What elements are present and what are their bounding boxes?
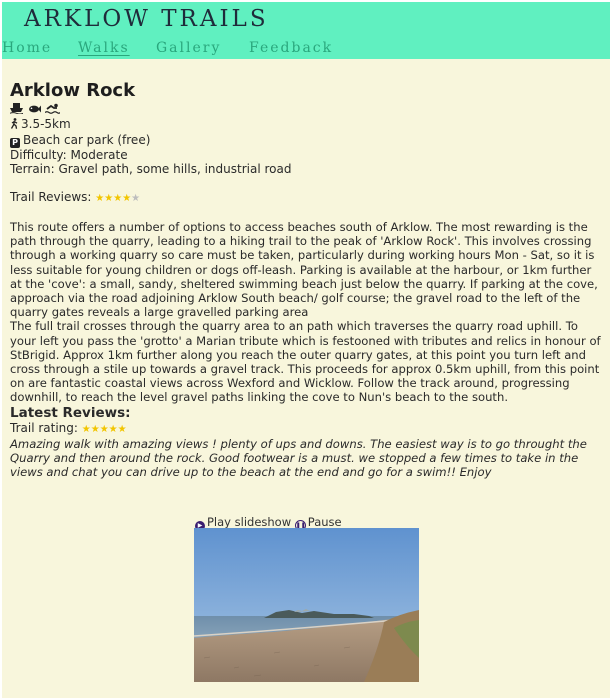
pause-button[interactable]: ❚❚ Pause: [294, 515, 342, 531]
star-empty-icon: ★: [131, 193, 141, 204]
trail-reviews-line: Trail Reviews: ★★★★★: [10, 190, 604, 206]
nav-home[interactable]: Home: [2, 40, 52, 56]
star-icon: ★: [81, 423, 91, 435]
page: ARKLOW TRAILS Home Walks Gallery Feedbac…: [2, 2, 610, 698]
play-slideshow-button[interactable]: ▶ Play slideshow: [195, 515, 292, 531]
star-icon: ★: [113, 193, 123, 204]
nav-walks[interactable]: Walks: [78, 40, 130, 56]
nav-feedback[interactable]: Feedback: [249, 40, 333, 56]
parking-icon: P: [10, 138, 20, 148]
trail-reviews-stars: ★★★★★: [95, 193, 140, 204]
star-icon: ★: [108, 423, 118, 435]
play-slideshow-label: Play slideshow: [207, 515, 292, 529]
star-icon: ★: [90, 423, 100, 435]
boat-icon: [9, 103, 24, 117]
fish-icon: [27, 103, 41, 117]
trail-rating-label: Trail rating:: [10, 420, 78, 435]
star-icon: ★: [104, 193, 114, 204]
trail-reviews-label: Trail Reviews:: [10, 190, 92, 204]
nav-gallery[interactable]: Gallery: [156, 40, 221, 56]
star-icon: ★: [117, 423, 127, 435]
trail-distance: 3.5-5km: [21, 117, 71, 131]
trail-parking: Beach car park (free): [23, 133, 151, 147]
trail-difficulty: Difficulty: Moderate: [10, 148, 128, 162]
trail-content: Arklow Rock 3.5-5km P Beach car park (fre…: [9, 80, 604, 480]
site-brand[interactable]: ARKLOW TRAILS: [24, 6, 269, 32]
star-icon: ★: [95, 193, 105, 204]
trail-description-1: This route offers a number of options to…: [10, 220, 598, 320]
star-icon: ★: [99, 423, 109, 435]
slideshow-image: [194, 528, 419, 682]
trail-rating-stars: ★★★★★: [82, 424, 127, 435]
latest-reviews-heading: Latest Reviews:: [10, 404, 131, 421]
star-icon: ★: [122, 193, 132, 204]
hiker-icon: [10, 118, 19, 133]
trail-description-2: The full trail crosses through the quarr…: [10, 319, 601, 405]
swimmer-icon: [44, 103, 61, 117]
trail-rating-line: Trail rating: ★★★★★: [10, 421, 604, 437]
distance-line: 3.5-5km: [10, 117, 604, 133]
pause-label: Pause: [307, 515, 342, 529]
trail-terrain: Terrain: Gravel path, some hills, indust…: [10, 162, 292, 176]
trail-title: Arklow Rock: [10, 80, 136, 101]
feature-icons: [9, 103, 604, 117]
site-header: ARKLOW TRAILS Home Walks Gallery Feedbac…: [2, 2, 610, 59]
parking-line: P Beach car park (free): [10, 133, 604, 148]
review-text: Amazing walk with amazing views ! plenty…: [10, 436, 587, 480]
